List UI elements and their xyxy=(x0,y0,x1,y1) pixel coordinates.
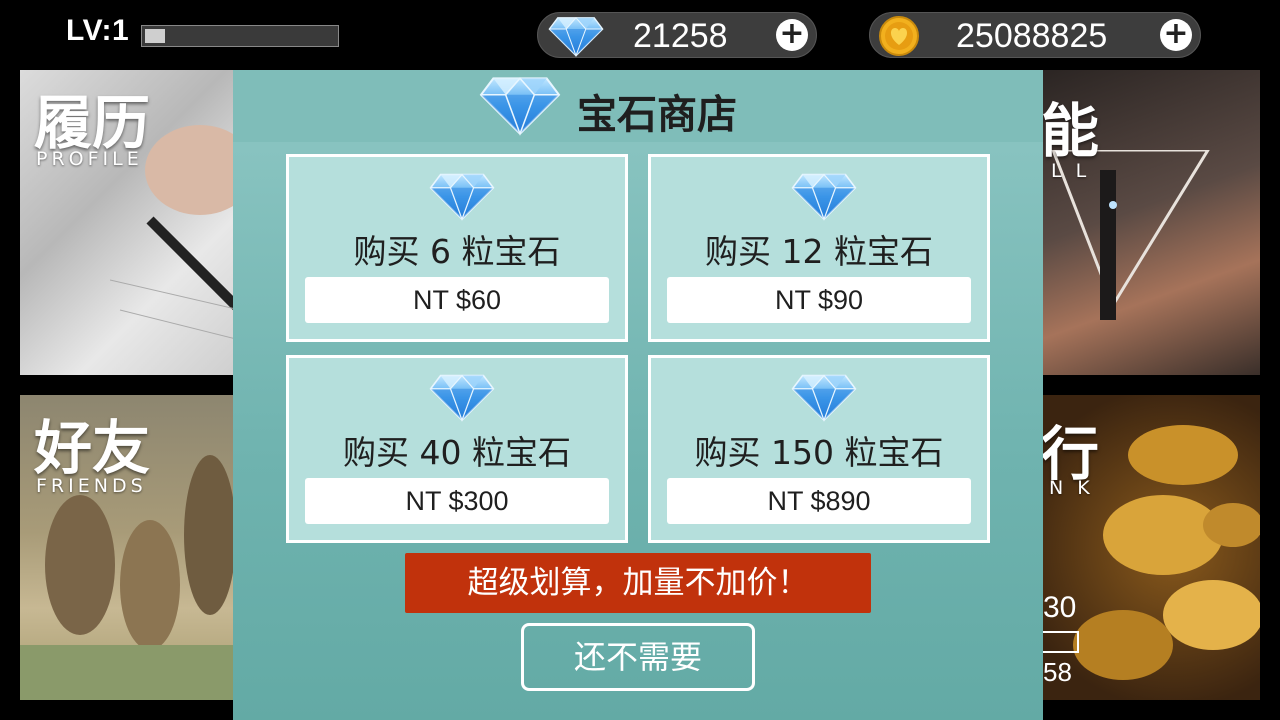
coin-balance-value: 25088825 xyxy=(956,17,1108,55)
rank-tile-number-2: 58 xyxy=(1043,657,1072,687)
profile-tile[interactable]: 履历 PROFILE xyxy=(20,70,233,375)
rank-tile-number: 30 xyxy=(1043,591,1077,624)
package-label: 购买 40 粒宝石 xyxy=(343,433,571,472)
buy-price-button[interactable]: NT $90 xyxy=(667,277,971,323)
buy-price-button[interactable]: NT $60 xyxy=(305,277,609,323)
package-label: 购买 12 粒宝石 xyxy=(705,232,933,271)
gem-balance-value: 21258 xyxy=(633,17,728,55)
rank-tile[interactable]: 行 N K 30 58 xyxy=(1043,395,1260,700)
tower-triangle-illustration xyxy=(1051,150,1210,320)
diamond-icon xyxy=(791,372,857,422)
diamond-icon xyxy=(479,74,561,136)
diamond-icon xyxy=(429,372,495,422)
level-label: LV:1 xyxy=(66,14,130,47)
gem-package-6[interactable]: 购买 6 粒宝石 NT $60 xyxy=(286,154,628,342)
skill-tile-subtitle: L L xyxy=(1051,160,1091,182)
gem-balance-pill: 21258 + xyxy=(537,12,817,58)
rank-tile-bar xyxy=(1043,631,1079,653)
friends-tile-subtitle: FRIENDS xyxy=(36,475,147,497)
diamond-icon xyxy=(548,15,604,57)
buy-price-button[interactable]: NT $300 xyxy=(305,478,609,524)
xp-progress-bar xyxy=(141,25,339,47)
add-coins-button[interactable]: + xyxy=(1160,19,1192,51)
skill-tile[interactable]: 能 L L xyxy=(1043,70,1260,375)
gem-shop-title: 宝石商店 xyxy=(577,92,737,138)
gem-shop-dialog: 宝石商店 购买 6 粒宝石 NT $60 购买 12 粒宝石 NT $90 购买… xyxy=(233,70,1043,720)
gem-package-40[interactable]: 购买 40 粒宝石 NT $300 xyxy=(286,355,628,543)
diamond-icon xyxy=(791,171,857,221)
profile-tile-subtitle: PROFILE xyxy=(36,148,143,170)
add-gems-button[interactable]: + xyxy=(776,19,808,51)
buy-price-button[interactable]: NT $890 xyxy=(667,478,971,524)
xp-progress-fill xyxy=(145,29,165,43)
gem-shop-header: 宝石商店 xyxy=(233,70,1043,142)
package-label: 购买 150 粒宝石 xyxy=(694,433,944,472)
gem-package-150[interactable]: 购买 150 粒宝石 NT $890 xyxy=(648,355,990,543)
diamond-icon xyxy=(429,171,495,221)
skill-tile-title: 能 xyxy=(1043,97,1100,165)
friends-tile[interactable]: 好友 FRIENDS xyxy=(20,395,233,700)
friends-tile-title: 好友 xyxy=(34,414,151,482)
package-label: 购买 6 粒宝石 xyxy=(353,232,561,271)
rank-tile-subtitle: N K xyxy=(1049,477,1094,499)
heart-coin-icon xyxy=(879,16,919,56)
promo-banner: 超级划算，加量不加价！ xyxy=(405,553,871,613)
gem-package-12[interactable]: 购买 12 粒宝石 NT $90 xyxy=(648,154,990,342)
coin-balance-pill: 25088825 + xyxy=(869,12,1201,58)
dismiss-button[interactable]: 还不需要 xyxy=(521,623,755,691)
